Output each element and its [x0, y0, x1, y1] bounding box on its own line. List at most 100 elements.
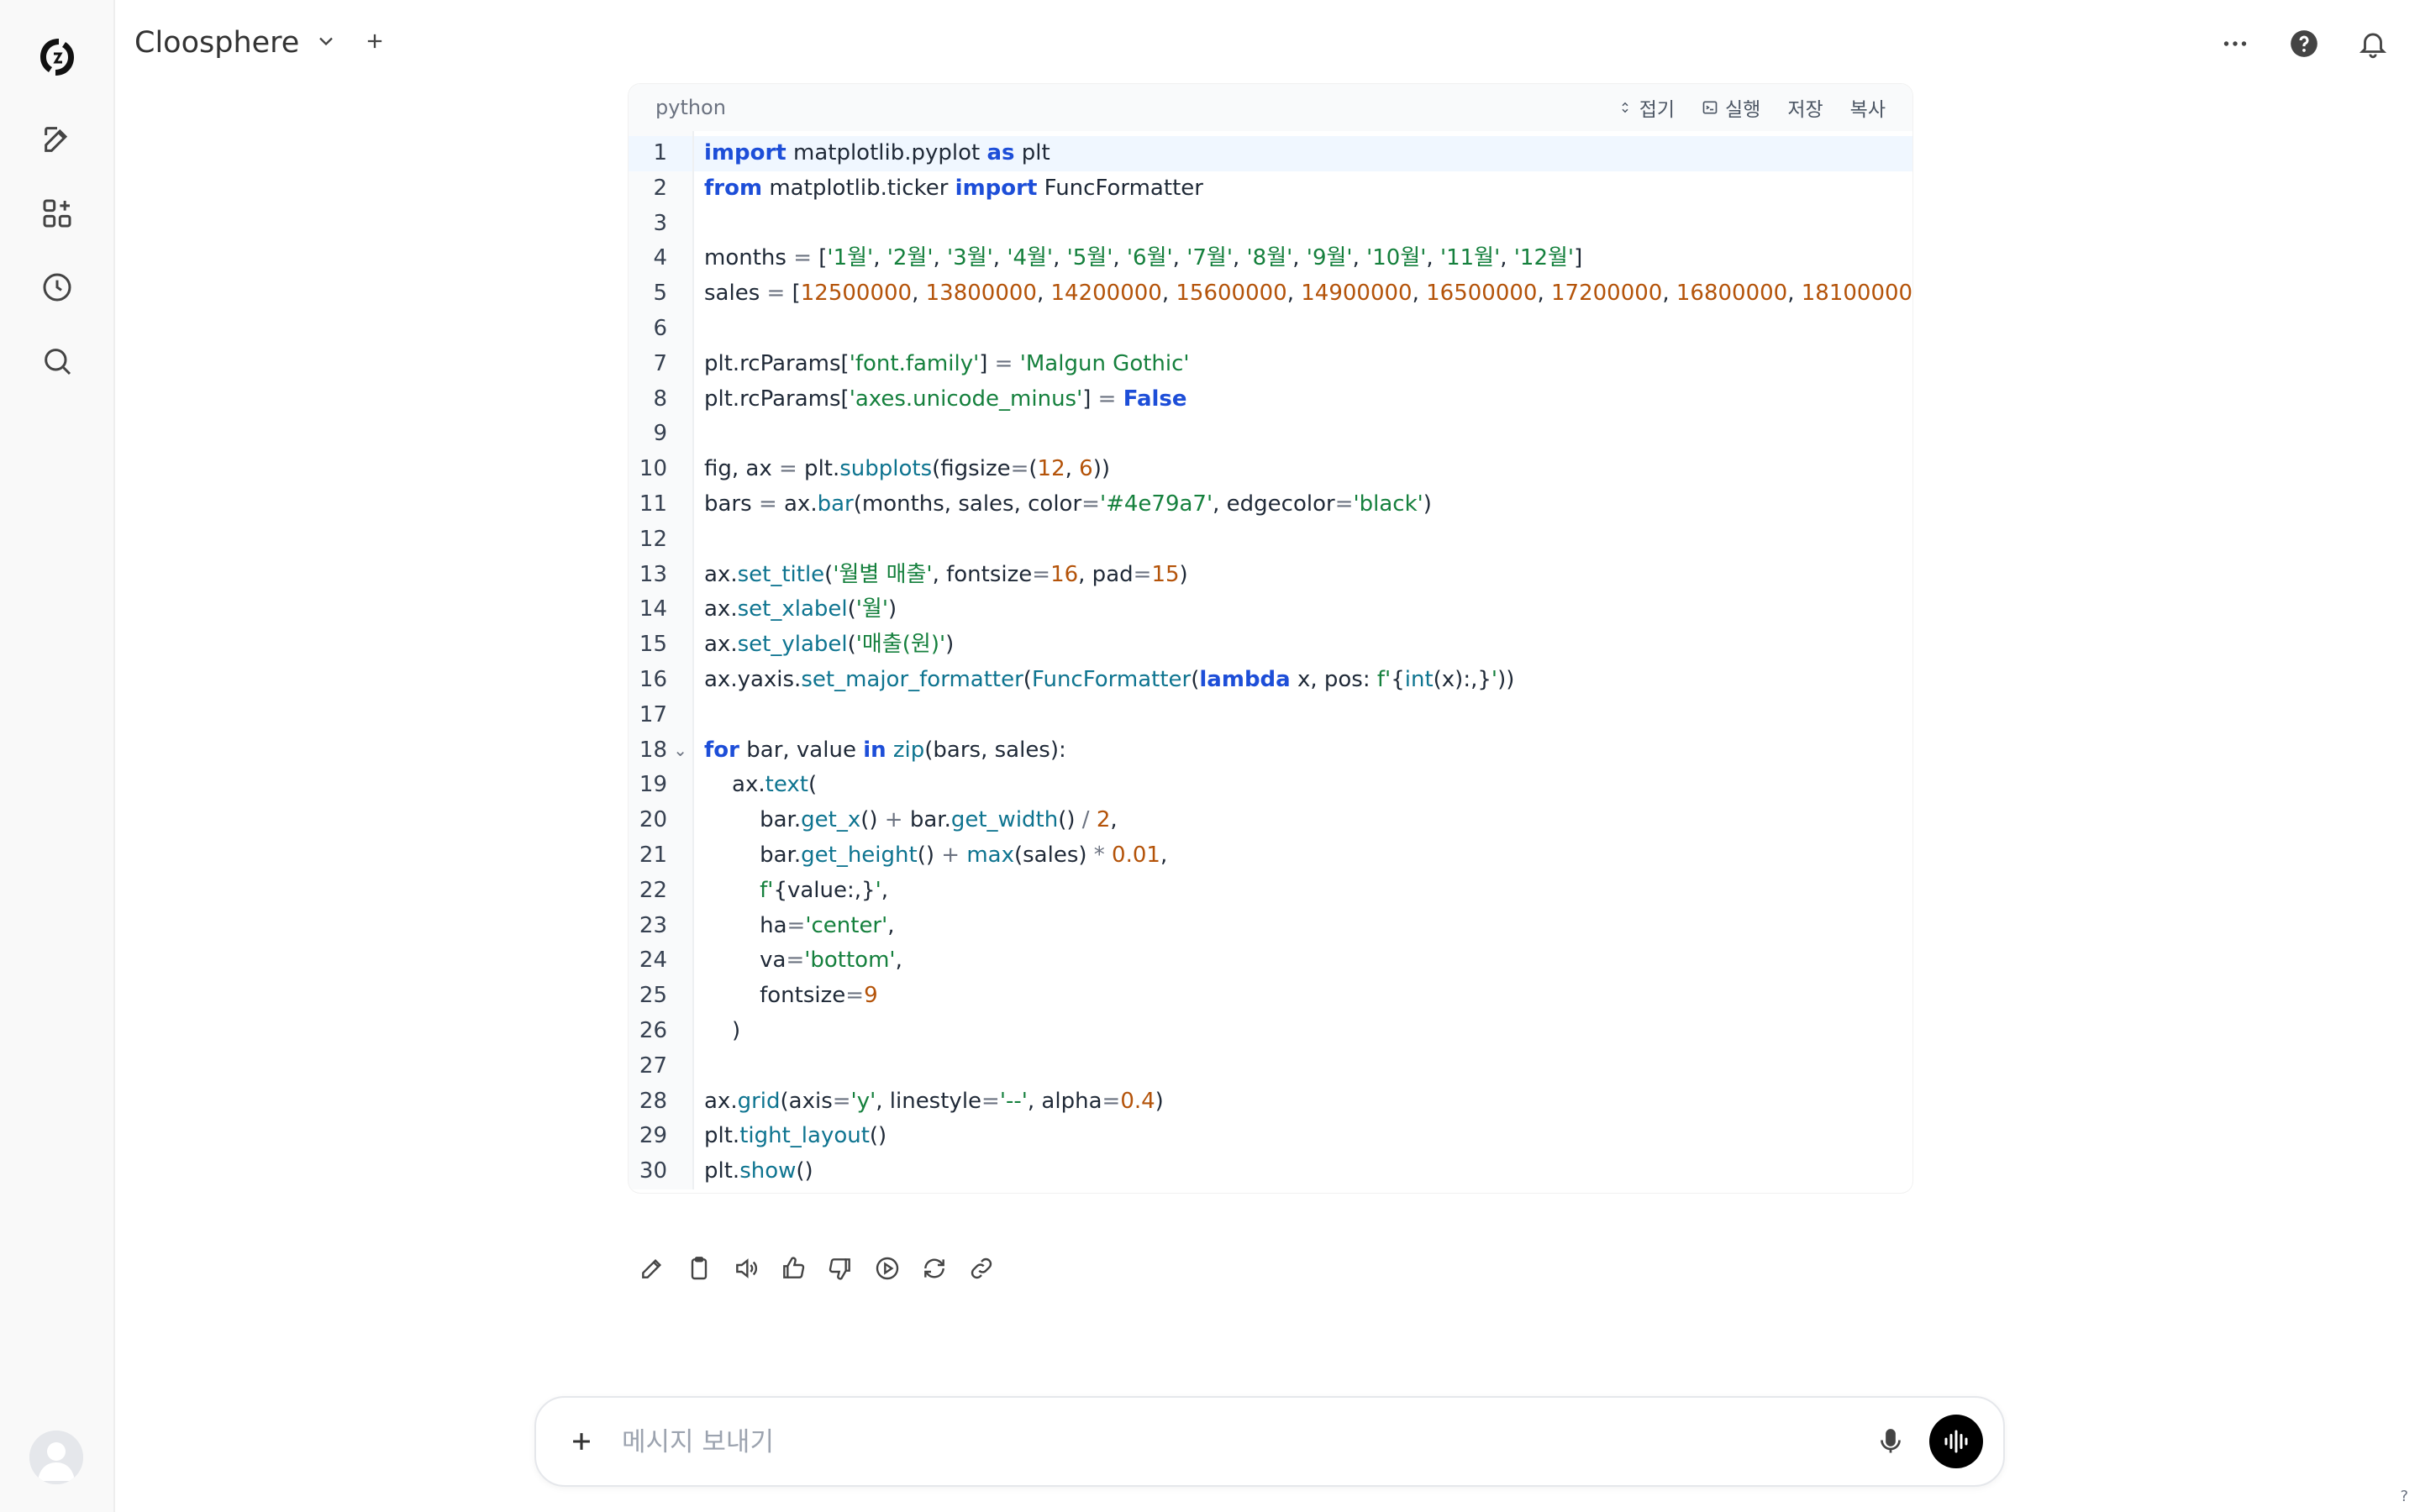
top-right-controls: [2213, 22, 2395, 66]
line-number: 8: [653, 386, 667, 412]
speaker-icon[interactable]: [731, 1253, 761, 1284]
code-line[interactable]: bar.get_x() + bar.get_width() / 2,: [694, 803, 1912, 838]
code-line[interactable]: ax.grid(axis='y', linestyle='--', alpha=…: [694, 1084, 1912, 1120]
code-line[interactable]: bar.get_height() + max(sales) * 0.01,: [694, 838, 1912, 874]
line-number-gutter: 1 2 3 4 5 6 7 8 9 10 11 12 13 14 15 16 17 18 ⌄ 19 20 21 22 23 24…: [629, 131, 694, 1189]
code-line[interactable]: [694, 312, 1912, 347]
line-number: 11: [639, 491, 667, 517]
corner-help-icon[interactable]: ?: [2400, 1488, 2408, 1505]
code-line[interactable]: [694, 207, 1912, 242]
code-line[interactable]: ): [694, 1014, 1912, 1049]
code-line[interactable]: bars = ax.bar(months, sales, color='#4e7…: [694, 487, 1912, 522]
line-number: 27: [639, 1053, 667, 1079]
thumbs-up-icon[interactable]: [778, 1253, 808, 1284]
message-composer: [534, 1396, 2005, 1487]
new-chat-icon[interactable]: [34, 116, 81, 163]
collapse-icon: [1622, 102, 1628, 113]
chevron-down-icon[interactable]: [314, 29, 338, 56]
line-number: 15: [639, 632, 667, 658]
save-button[interactable]: 저장: [1787, 93, 1823, 122]
terminal-icon: [1702, 101, 1718, 114]
code-line[interactable]: ax.text(: [694, 768, 1912, 803]
line-number: 26: [639, 1017, 667, 1043]
sidebar: [0, 0, 115, 1512]
model-selector[interactable]: Cloosphere: [134, 22, 387, 64]
code-block: python 접기 실행 저장 복사 1 2 3 4 5 6 7 8 9 10 11 12 13 14 15…: [629, 84, 1912, 1193]
line-number: 21: [639, 842, 667, 868]
edit-icon[interactable]: [637, 1253, 667, 1284]
line-number: 10: [639, 456, 667, 482]
regenerate-icon[interactable]: [919, 1253, 950, 1284]
more-options-icon[interactable]: [2213, 22, 2257, 66]
attach-plus-icon[interactable]: [560, 1420, 603, 1463]
line-number: 30: [639, 1158, 667, 1184]
audio-wave-icon: [1944, 1430, 1968, 1453]
workspace-icon[interactable]: [34, 190, 81, 237]
code-line[interactable]: ax.set_xlabel('월'): [694, 592, 1912, 627]
fold-chevron-icon[interactable]: ⌄: [673, 733, 687, 769]
code-line[interactable]: [694, 698, 1912, 733]
line-number: 12: [639, 526, 667, 552]
message-input[interactable]: [620, 1421, 1716, 1463]
code-line[interactable]: plt.show(): [694, 1154, 1912, 1189]
code-line[interactable]: import matplotlib.pyplot as plt: [694, 136, 1912, 171]
thumbs-down-icon[interactable]: [825, 1253, 855, 1284]
clipboard-icon[interactable]: [684, 1253, 714, 1284]
line-number: 1: [629, 136, 692, 171]
notification-bell-icon[interactable]: [2351, 22, 2395, 66]
code-line[interactable]: from matplotlib.ticker import FuncFormat…: [694, 171, 1912, 207]
code-line[interactable]: f'{value:,}',: [694, 874, 1912, 909]
code-header: python 접기 실행 저장 복사: [629, 84, 1912, 131]
collapse-label: 접기: [1639, 99, 1676, 121]
logo-icon[interactable]: [34, 34, 81, 81]
code-actions: 접기 실행 저장 복사: [1618, 93, 1886, 122]
run-button[interactable]: 실행: [1702, 93, 1760, 122]
code-line[interactable]: [694, 1049, 1912, 1084]
line-number: 19: [639, 772, 667, 798]
code-line[interactable]: for bar, value in zip(bars, sales):: [694, 733, 1912, 769]
line-number: 3: [653, 210, 667, 236]
model-name[interactable]: Cloosphere: [134, 26, 299, 60]
line-number: 18 ⌄: [629, 733, 692, 769]
line-number: 13: [639, 561, 667, 587]
line-number: 23: [639, 912, 667, 938]
code-editor[interactable]: 1 2 3 4 5 6 7 8 9 10 11 12 13 14 15 16 17 18 ⌄ 19 20 21 22 23 24…: [629, 131, 1912, 1189]
line-number: 20: [639, 807, 667, 833]
add-model-icon[interactable]: [363, 29, 387, 56]
code-language: python: [655, 96, 726, 119]
microphone-icon[interactable]: [1870, 1421, 1911, 1462]
history-icon[interactable]: [34, 264, 81, 311]
voice-mode-button[interactable]: [1929, 1415, 1983, 1468]
code-line[interactable]: [694, 522, 1912, 558]
code-line[interactable]: ax.set_title('월별 매출', fontsize=16, pad=1…: [694, 558, 1912, 593]
play-circle-icon[interactable]: [872, 1253, 902, 1284]
search-icon[interactable]: [34, 338, 81, 385]
link-icon[interactable]: [966, 1253, 997, 1284]
code-line[interactable]: [694, 417, 1912, 452]
copy-label: 복사: [1849, 99, 1886, 121]
line-number: 2: [653, 175, 667, 201]
code-line[interactable]: plt.rcParams['font.family'] = 'Malgun Go…: [694, 347, 1912, 382]
code-line[interactable]: va='bottom',: [694, 943, 1912, 979]
line-number: 29: [639, 1123, 667, 1149]
code-lines[interactable]: import matplotlib.pyplot as plt from matp…: [694, 131, 1912, 1189]
help-icon[interactable]: [2282, 22, 2326, 66]
code-line[interactable]: months = ['1월', '2월', '3월', '4월', '5월', …: [694, 241, 1912, 276]
code-line[interactable]: plt.rcParams['axes.unicode_minus'] = Fal…: [694, 382, 1912, 417]
code-line[interactable]: fontsize=9: [694, 979, 1912, 1014]
copy-button[interactable]: 복사: [1850, 93, 1886, 122]
collapse-button[interactable]: 접기: [1618, 93, 1675, 122]
line-number: 16: [639, 666, 667, 692]
user-avatar[interactable]: [29, 1431, 83, 1484]
line-number: 24: [639, 948, 667, 974]
code-line[interactable]: fig, ax = plt.subplots(figsize=(12, 6)): [694, 452, 1912, 487]
line-number: 7: [653, 350, 667, 376]
code-line[interactable]: ha='center',: [694, 909, 1912, 944]
line-number: 17: [639, 701, 667, 727]
code-line[interactable]: sales = [12500000, 13800000, 14200000, 1…: [694, 276, 1912, 312]
code-line[interactable]: ax.yaxis.set_major_formatter(FuncFormatt…: [694, 663, 1912, 698]
save-label: 저장: [1787, 99, 1823, 121]
line-number: 22: [639, 877, 667, 903]
code-line[interactable]: ax.set_ylabel('매출(원)'): [694, 627, 1912, 663]
code-line[interactable]: plt.tight_layout(): [694, 1119, 1912, 1154]
